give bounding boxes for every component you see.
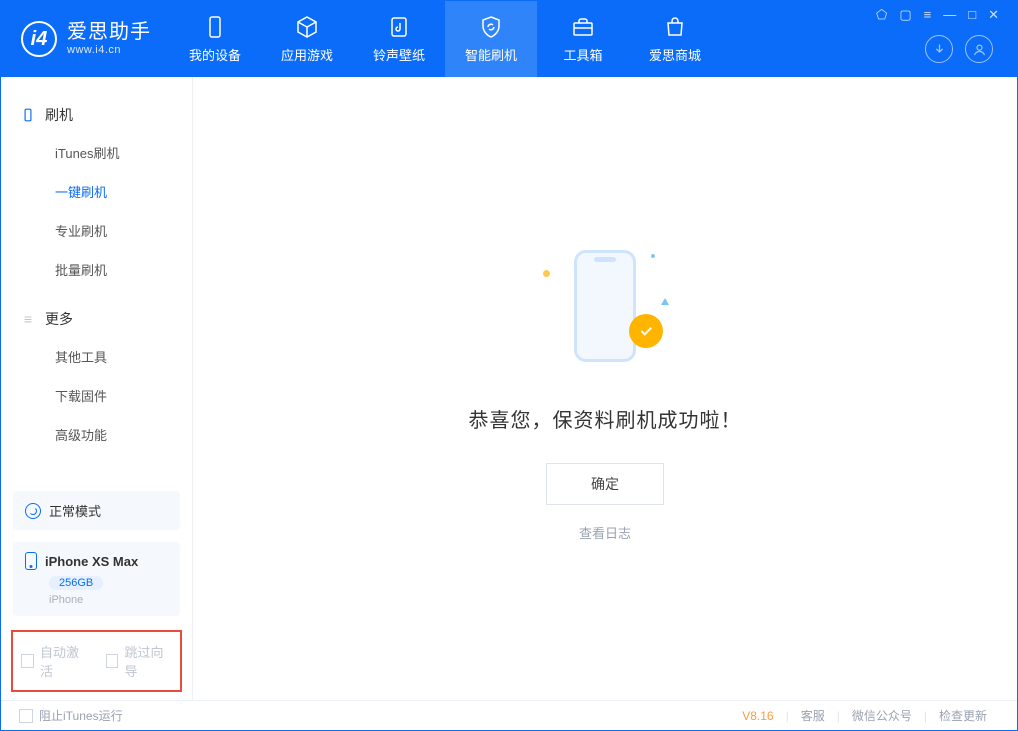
footer-link-service[interactable]: 客服	[789, 707, 837, 724]
tab-label: 我的设备	[189, 45, 241, 64]
device-name: iPhone XS Max	[45, 554, 138, 569]
app-name-en: www.i4.cn	[67, 44, 151, 57]
feedback-icon[interactable]: ▢	[899, 7, 911, 23]
device-icon	[21, 108, 35, 122]
window-controls: ⬠ ▢ ≡ — □ ✕	[868, 1, 1007, 29]
sparkle-icon	[661, 298, 669, 305]
checkbox-label: 自动激活	[40, 642, 88, 680]
cube-icon	[295, 15, 319, 39]
body: 刷机 iTunes刷机 一键刷机 专业刷机 批量刷机 ≡ 更多 其他工具 下载固…	[1, 77, 1017, 700]
tab-label: 工具箱	[563, 45, 602, 64]
sidebar-item-batch-flash[interactable]: 批量刷机	[1, 250, 192, 289]
toolbox-icon	[571, 15, 595, 39]
tab-store[interactable]: 爱思商城	[629, 1, 721, 77]
bag-icon	[663, 15, 687, 39]
sidebar-item-download-firmware[interactable]: 下载固件	[1, 376, 192, 415]
menu-icon[interactable]: ≡	[924, 7, 932, 23]
shield-refresh-icon	[479, 15, 503, 39]
app-name-cn: 爱思助手	[67, 21, 151, 44]
user-button[interactable]	[965, 35, 993, 63]
checkbox-auto-activate[interactable]: 自动激活	[21, 642, 88, 680]
sidebar-item-other-tools[interactable]: 其他工具	[1, 337, 192, 376]
success-badge-icon	[629, 314, 663, 348]
tab-label: 爱思商城	[649, 45, 701, 64]
tab-label: 智能刷机	[465, 45, 517, 64]
checkbox-icon	[21, 654, 34, 668]
phone-icon	[574, 250, 636, 362]
checkbox-skip-guide[interactable]: 跳过向导	[106, 642, 173, 680]
checkbox-icon	[106, 654, 119, 668]
view-log-link[interactable]: 查看日志	[579, 523, 631, 542]
sidebar-item-itunes-flash[interactable]: iTunes刷机	[1, 133, 192, 172]
mode-icon	[25, 503, 41, 519]
shirt-icon[interactable]: ⬠	[876, 7, 887, 23]
tab-label: 铃声壁纸	[373, 45, 425, 64]
header-tabs: 我的设备 应用游戏 铃声壁纸 智能刷机 工具箱 爱思商城	[169, 1, 721, 77]
sparkle-icon	[543, 270, 550, 277]
device-brand: iPhone	[49, 594, 168, 606]
mode-card[interactable]: 正常模式	[13, 491, 180, 530]
sidebar-item-oneclick-flash[interactable]: 一键刷机	[1, 172, 192, 211]
logo-icon: i4	[21, 21, 57, 57]
group-title: 刷机	[45, 105, 73, 125]
logo[interactable]: i4 爱思助手 www.i4.cn	[1, 1, 169, 77]
tab-flash[interactable]: 智能刷机	[445, 1, 537, 77]
group-title: 更多	[45, 309, 73, 329]
tab-toolbox[interactable]: 工具箱	[537, 1, 629, 77]
sidebar-item-advanced[interactable]: 高级功能	[1, 415, 192, 454]
minimize-button[interactable]: —	[943, 7, 956, 23]
device-card[interactable]: iPhone XS Max 256GB iPhone	[13, 542, 180, 616]
footer-link-update[interactable]: 检查更新	[927, 707, 999, 724]
tab-label: 应用游戏	[281, 45, 333, 64]
user-controls	[925, 35, 1007, 63]
close-button[interactable]: ✕	[988, 7, 999, 23]
checkbox-label: 阻止iTunes运行	[39, 707, 123, 724]
sidebar: 刷机 iTunes刷机 一键刷机 专业刷机 批量刷机 ≡ 更多 其他工具 下载固…	[1, 77, 193, 700]
tab-my-device[interactable]: 我的设备	[169, 1, 261, 77]
header: i4 爱思助手 www.i4.cn 我的设备 应用游戏 铃声壁纸 智能刷机 工具…	[1, 1, 1017, 77]
version-label: V8.16	[742, 709, 773, 723]
header-right: ⬠ ▢ ≡ — □ ✕	[868, 1, 1007, 77]
footer-link-wechat[interactable]: 微信公众号	[840, 707, 924, 724]
ok-button[interactable]: 确定	[546, 463, 664, 505]
device-capacity: 256GB	[49, 576, 103, 590]
music-file-icon	[387, 15, 411, 39]
list-icon: ≡	[21, 312, 35, 326]
mode-label: 正常模式	[49, 501, 101, 520]
success-illustration	[535, 236, 675, 376]
tab-ringtones[interactable]: 铃声壁纸	[353, 1, 445, 77]
phone-icon	[203, 15, 227, 39]
device-icon	[25, 552, 37, 570]
tab-apps[interactable]: 应用游戏	[261, 1, 353, 77]
sparkle-icon	[651, 254, 655, 258]
checkbox-icon	[19, 709, 33, 723]
maximize-button[interactable]: □	[968, 7, 976, 23]
flash-options-box: 自动激活 跳过向导	[11, 630, 182, 692]
logo-text: 爱思助手 www.i4.cn	[67, 21, 151, 57]
checkbox-stop-itunes[interactable]: 阻止iTunes运行	[19, 707, 123, 724]
success-message: 恭喜您，保资料刷机成功啦！	[469, 404, 742, 433]
sidebar-item-pro-flash[interactable]: 专业刷机	[1, 211, 192, 250]
main-content: 恭喜您，保资料刷机成功啦！ 确定 查看日志	[193, 77, 1017, 700]
sidebar-group-more: ≡ 更多	[1, 301, 192, 337]
checkbox-label: 跳过向导	[124, 642, 172, 680]
footer: 阻止iTunes运行 V8.16 | 客服 | 微信公众号 | 检查更新	[1, 700, 1017, 730]
sidebar-group-flash: 刷机	[1, 97, 192, 133]
download-button[interactable]	[925, 35, 953, 63]
